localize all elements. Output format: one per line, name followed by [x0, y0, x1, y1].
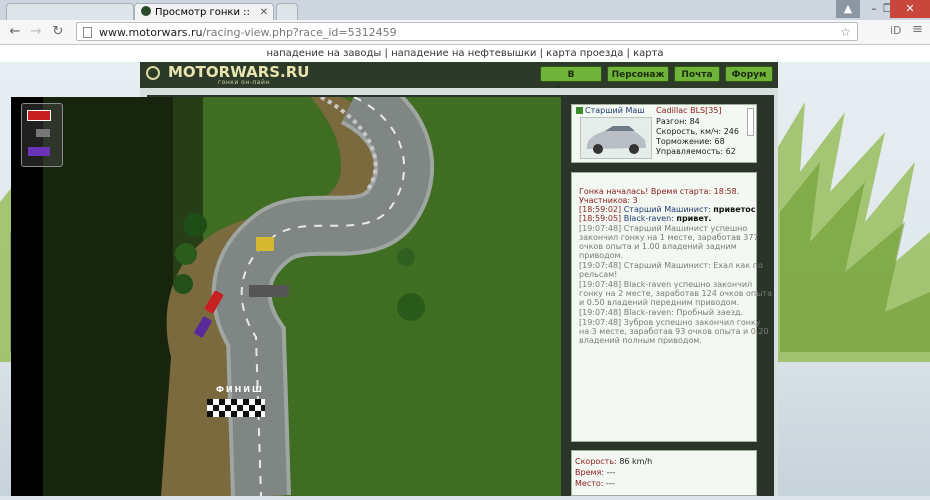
- page: нападение на заводы | нападение на нефте…: [0, 45, 930, 496]
- race-stats: Скорость: 86 km/h Время: --- Место: ---: [571, 450, 757, 496]
- log-line: владений полным приводом.: [579, 336, 702, 345]
- log-line: приводом.: [579, 251, 624, 260]
- link-attack-factories[interactable]: нападение на заводы: [266, 48, 381, 59]
- race-track-view[interactable]: ФИНИШ: [11, 97, 561, 496]
- browser-tab-inactive[interactable]: [6, 3, 134, 20]
- browser-tab-active[interactable]: Просмотр гонки :: Moto ✕: [134, 3, 274, 35]
- new-tab-button[interactable]: [276, 3, 298, 20]
- log-line: [19:07:48] Старший Машинист: Ехал как по: [579, 261, 763, 270]
- stat-handling: Управляемость: 62: [656, 147, 736, 156]
- log-line: [19:07:48] Зубров успешно закончил гонку: [579, 318, 761, 327]
- car-marker-purple: [28, 147, 50, 156]
- log-line: очков опыта и 1.00 владений задним: [579, 242, 737, 251]
- stat-speed-current: Скорость: 86 km/h: [575, 457, 653, 466]
- forum-button[interactable]: Форум: [725, 66, 773, 82]
- address-path: /racing-view.php?race_id=5312459: [202, 26, 397, 39]
- log-line: Гонка началась! Время старта: 18:58.: [579, 187, 740, 196]
- favorites-button[interactable]: В избранное: [540, 66, 602, 96]
- address-bar[interactable]: www.motorwars.ru/racing-view.php?race_id…: [76, 22, 858, 41]
- log-line: [19:07:48] Black-raven успешно закончил: [579, 280, 753, 289]
- car-image: [580, 117, 652, 159]
- stat-place: Место: ---: [575, 479, 615, 488]
- extension-id-icon[interactable]: iD: [890, 24, 902, 37]
- log-line: рельсам!: [579, 270, 618, 279]
- top-links: нападение на заводы | нападение на нефте…: [0, 45, 930, 62]
- close-window-icon[interactable]: ✕: [890, 0, 930, 18]
- car-card: Старший Маш Cadillac BLS[35] Разгон: 84 …: [571, 104, 757, 163]
- link-separator: |: [626, 48, 630, 59]
- log-chat-line: [18:59:02] Старший Машинист: приветос: [579, 205, 756, 214]
- logo-subtitle: гонки он-лайн: [218, 79, 270, 86]
- car-picture-icon: [587, 126, 646, 154]
- site-header: MOTORWARS.RU гонки он-лайн В избранное П…: [140, 62, 778, 96]
- profile-icon[interactable]: ▲: [836, 0, 860, 18]
- link-separator: |: [539, 48, 543, 59]
- track-canvas: [11, 97, 561, 496]
- stat-time: Время: ---: [575, 468, 616, 477]
- stat-accel: Разгон: 84: [656, 117, 700, 126]
- car-marker-red: [27, 110, 51, 121]
- bookmark-star-icon[interactable]: ☆: [840, 23, 851, 42]
- flag-icon: [576, 107, 583, 114]
- reload-icon[interactable]: ↻: [49, 23, 67, 41]
- log-line: гонку на 2 месте, заработав 124 очков оп…: [579, 289, 772, 298]
- link-attack-oil[interactable]: нападение на нефтевышки: [391, 48, 536, 59]
- close-tab-icon[interactable]: ✕: [260, 4, 268, 21]
- card-scrollbar[interactable]: [747, 108, 754, 136]
- link-separator: |: [384, 48, 388, 59]
- browser-toolbar: ← → ↻ www.motorwars.ru/racing-view.php?r…: [0, 20, 930, 45]
- stat-speed: Скорость, км/ч: 246: [656, 127, 739, 136]
- log-chat-line: [18:59:05] Black-raven: привет.: [579, 214, 712, 223]
- race-log[interactable]: Гонка началась! Время старта: 18:58. Уча…: [571, 172, 772, 442]
- grass-decoration-right: [775, 102, 930, 362]
- log-line: Участников: 3: [579, 196, 638, 205]
- stat-brake: Торможение: 68: [656, 137, 725, 146]
- log-line: и 0.50 владений передним приводом.: [579, 298, 740, 307]
- link-route-map[interactable]: карта проезда: [546, 48, 623, 59]
- character-button[interactable]: Персонаж: [607, 66, 669, 82]
- log-line: [19:07:48] Старший Машинист успешно: [579, 224, 748, 233]
- address-host: www.motorwars.ru: [99, 26, 203, 39]
- car-model[interactable]: Cadillac BLS[35]: [656, 106, 722, 115]
- site-favicon-icon: [141, 6, 151, 16]
- logo-icon: [146, 66, 160, 80]
- log-line: на 3 месте, заработав 93 очков опыта и 0…: [579, 327, 769, 336]
- link-map[interactable]: карта: [633, 48, 663, 59]
- log-line: закончил гонку на 1 месте, заработав 377: [579, 233, 759, 242]
- log-line: [19:07:48] Black-raven: Пробный заезд.: [579, 308, 744, 317]
- finish-line: [207, 399, 265, 417]
- finish-label: ФИНИШ: [216, 385, 264, 394]
- forward-icon[interactable]: →: [27, 23, 45, 41]
- driver-name[interactable]: Старший Маш: [576, 106, 645, 115]
- background-right: [775, 62, 930, 496]
- page-icon: [83, 27, 92, 38]
- browser-tab-bar: Просмотр гонки :: Moto ✕ ▲ – ❐ ✕: [0, 0, 930, 35]
- menu-icon[interactable]: ≡: [912, 22, 923, 37]
- minimap-panel: [21, 103, 63, 167]
- mail-button[interactable]: Почта: [674, 66, 720, 82]
- back-icon[interactable]: ←: [6, 23, 24, 41]
- car-marker-grey: [36, 129, 50, 137]
